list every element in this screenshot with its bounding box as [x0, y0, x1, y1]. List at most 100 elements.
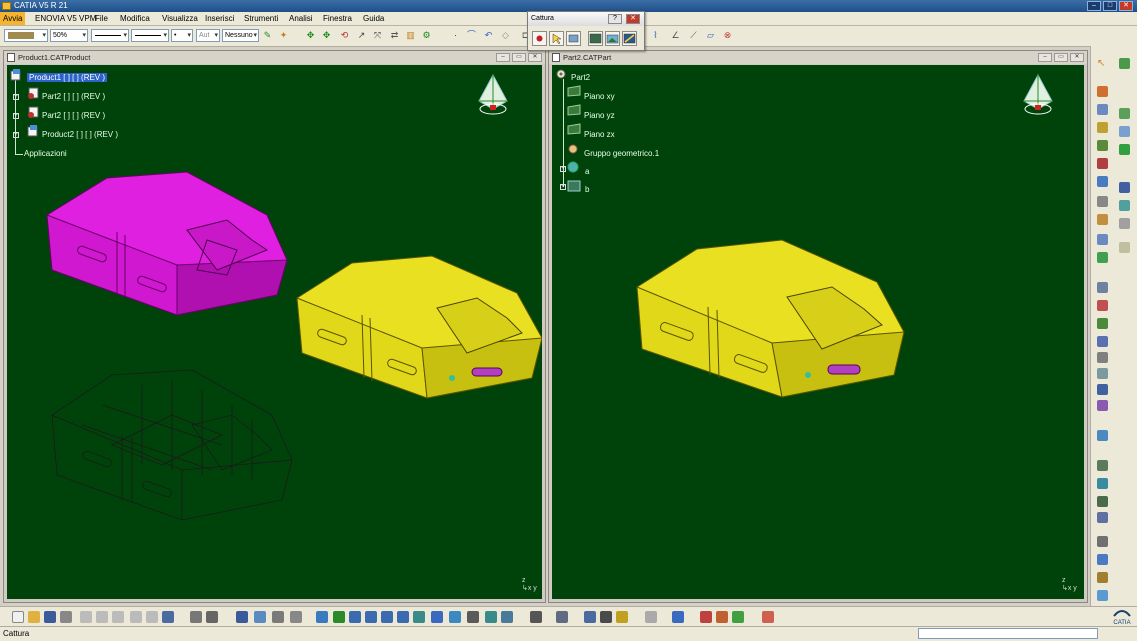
eraser-icon[interactable]: ◇: [500, 30, 511, 41]
split-icon[interactable]: [1097, 496, 1108, 507]
contact-constraint-icon[interactable]: [1119, 126, 1130, 137]
sensor-icon[interactable]: [616, 611, 628, 623]
new-part-icon[interactable]: [1097, 122, 1108, 133]
replace-component-icon[interactable]: [1097, 158, 1108, 169]
cut-icon[interactable]: [80, 611, 92, 623]
snap-icon-r[interactable]: [1097, 252, 1108, 263]
scene-icon[interactable]: [1097, 384, 1108, 395]
vp-close-button[interactable]: ✕: [528, 53, 542, 62]
hide-show-icon[interactable]: [485, 611, 497, 623]
properties-painter-icon[interactable]: ✦: [278, 30, 289, 41]
vp-restore-button[interactable]: ▭: [1054, 53, 1068, 62]
product-3d-canvas[interactable]: Product1 [ ] [ ] (REV ) + Part2 [ ] [ ] …: [7, 65, 542, 599]
menu-enovia[interactable]: ENOVIA V5 VPM: [35, 14, 96, 23]
analysis-icon[interactable]: ⊗: [722, 30, 733, 41]
zoom-in-icon[interactable]: [381, 611, 393, 623]
tree-item-applicazioni[interactable]: Applicazioni: [24, 149, 67, 158]
lineweight-combo[interactable]: [131, 29, 169, 42]
expand-icon[interactable]: +: [13, 113, 19, 119]
compass-icon[interactable]: [1020, 73, 1056, 119]
annotation-icon[interactable]: [1097, 352, 1108, 363]
multi-instantiation-icon[interactable]: [1097, 214, 1108, 225]
quick-constraint-icon[interactable]: [1119, 242, 1130, 253]
sectioning-icon[interactable]: [1097, 318, 1108, 329]
knowledge-icon[interactable]: [254, 611, 266, 623]
light-icon[interactable]: [1097, 572, 1108, 583]
record-icon[interactable]: [532, 31, 547, 46]
analysis-tool-icon[interactable]: [700, 611, 712, 623]
open-file-icon[interactable]: [28, 611, 40, 623]
formula-icon[interactable]: [190, 611, 202, 623]
copy-icon[interactable]: [96, 611, 108, 623]
group-icon[interactable]: ▥: [405, 30, 416, 41]
image-edit-icon[interactable]: [622, 31, 637, 46]
expand-icon[interactable]: +: [13, 132, 19, 138]
refresh-icon[interactable]: [645, 611, 657, 623]
fit-all-icon[interactable]: [333, 611, 345, 623]
manipulation-icon[interactable]: [1097, 234, 1108, 245]
measure-icon[interactable]: [1097, 282, 1108, 293]
catalog-icon[interactable]: [1097, 430, 1108, 441]
expand-icon[interactable]: +: [560, 166, 566, 172]
pan-icon[interactable]: ✥: [305, 30, 316, 41]
angle-constraint-icon[interactable]: [1119, 182, 1130, 193]
walk-icon[interactable]: [1097, 554, 1108, 565]
tree-item-piano-xy[interactable]: Piano xy: [584, 92, 615, 101]
rotate-view-icon[interactable]: [365, 611, 377, 623]
explode-icon[interactable]: ⤧: [372, 30, 383, 41]
graph-tree-icon[interactable]: [1097, 176, 1108, 187]
move-icon[interactable]: ✥: [321, 30, 332, 41]
whats-this-icon[interactable]: [162, 611, 174, 623]
yellow-part-left[interactable]: [292, 253, 542, 403]
paint-brush-icon[interactable]: ✎: [262, 30, 273, 41]
angle-icon[interactable]: ∠: [670, 30, 681, 41]
tree-item-piano-zx[interactable]: Piano zx: [584, 130, 615, 139]
tree-item-product1[interactable]: Product1 [ ] [ ] (REV ): [27, 73, 108, 82]
tree-item-b[interactable]: b: [585, 185, 589, 194]
linetype-combo[interactable]: [91, 29, 129, 42]
update-icon[interactable]: [556, 611, 568, 623]
tree-item-a[interactable]: a: [585, 167, 589, 176]
magenta-part[interactable]: [37, 170, 297, 320]
menu-analisi[interactable]: Analisi: [289, 14, 313, 23]
bom-icon[interactable]: [584, 611, 596, 623]
new-product-icon[interactable]: [1097, 104, 1108, 115]
capture-screen-icon[interactable]: [588, 31, 603, 46]
macro-icon[interactable]: [272, 611, 284, 623]
maximize-button[interactable]: □: [1103, 1, 1117, 11]
existing-component-icon[interactable]: [1097, 140, 1108, 151]
save-icon[interactable]: [44, 611, 56, 623]
menu-visualizza[interactable]: Visualizza: [162, 14, 198, 23]
wireframe-part[interactable]: [42, 365, 302, 525]
table-icon[interactable]: [236, 611, 248, 623]
constraint-coincidence-icon[interactable]: [1119, 108, 1130, 119]
fix-constraint-icon[interactable]: [1119, 200, 1130, 211]
select-arrow-icon[interactable]: ↖: [1097, 58, 1108, 69]
clash-icon[interactable]: [1097, 300, 1108, 311]
snap-icon[interactable]: ⟲: [339, 30, 350, 41]
vp-minimize-button[interactable]: –: [1038, 53, 1052, 62]
offset-constraint-icon[interactable]: [1119, 144, 1130, 155]
text-icon[interactable]: [1097, 196, 1108, 207]
part-3d-canvas[interactable]: Part2 Piano xy Piano yz Piano zx Gruppo …: [552, 65, 1084, 599]
pocket-icon[interactable]: [1097, 478, 1108, 489]
compass-icon[interactable]: [475, 73, 511, 119]
minimize-button[interactable]: –: [1087, 1, 1101, 11]
command-input[interactable]: [918, 628, 1098, 639]
fix-together-icon[interactable]: [1119, 218, 1130, 229]
tree-item-product2[interactable]: Product2 [ ] [ ] (REV ): [42, 130, 118, 139]
tag-icon[interactable]: [672, 611, 684, 623]
plane-icon[interactable]: ▱: [705, 30, 716, 41]
yellow-part-right[interactable]: [632, 237, 912, 412]
tree-item-piano-yz[interactable]: Piano yz: [584, 111, 615, 120]
expand-icon[interactable]: +: [13, 94, 19, 100]
multi-view-icon[interactable]: [431, 611, 443, 623]
menu-avvia[interactable]: Avvia: [0, 12, 26, 25]
normal-view-icon[interactable]: [413, 611, 425, 623]
grid-icon[interactable]: [762, 611, 774, 623]
insert-component-icon[interactable]: [1097, 86, 1108, 97]
menu-strumenti[interactable]: Strumenti: [244, 14, 278, 23]
hole-icon[interactable]: [1097, 460, 1108, 471]
point-combo[interactable]: •: [171, 29, 193, 42]
parameters-icon[interactable]: [290, 611, 302, 623]
